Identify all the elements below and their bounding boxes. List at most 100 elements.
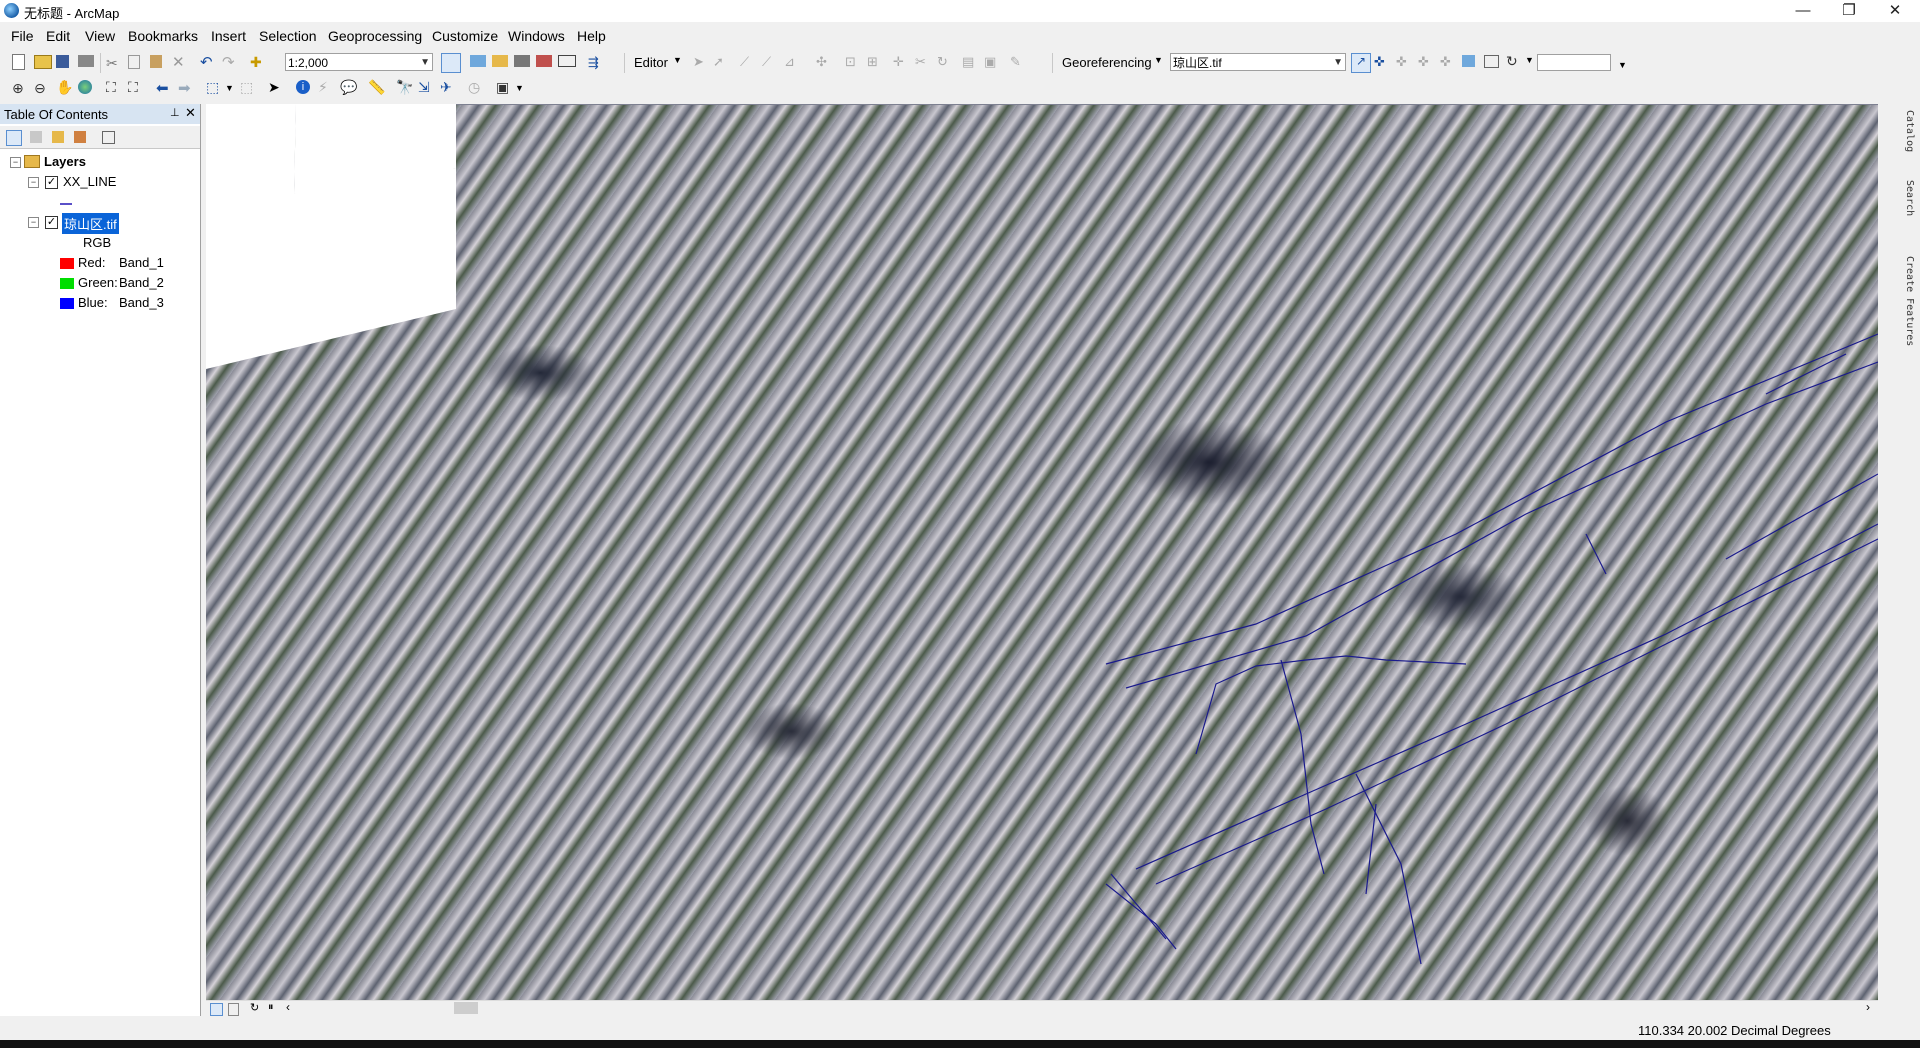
title-bar [0,0,1920,22]
search-side-tab[interactable]: Search [1904,180,1915,216]
menu-file[interactable]: File [11,28,34,44]
map-vertical-scrollbar[interactable] [1878,104,1898,1000]
map-scale-combo[interactable]: 1:2,000 ▼ [285,53,433,71]
open-folder-icon[interactable] [34,55,52,69]
full-extent-globe-icon[interactable] [78,80,92,94]
scroll-left-icon[interactable]: ‹ [286,1000,290,1014]
model-builder-icon[interactable]: ⇶ [588,55,604,71]
add-control-points-icon[interactable]: ✜ [1374,54,1390,70]
paste-icon[interactable] [150,55,162,68]
save-icon[interactable] [56,55,69,68]
xx-line-features [1105,333,1878,965]
auto-registration-icon: ✜ [1440,54,1451,69]
menu-geoprocessing[interactable]: Geoprocessing [328,28,422,44]
collapse-raster-icon[interactable]: − [28,217,39,228]
menu-bookmarks[interactable]: Bookmarks [128,28,198,44]
georef-layer-combo[interactable]: 琼山区.tif ▼ [1170,53,1346,71]
catalog-icon[interactable] [492,55,508,67]
create-viewer-window-icon[interactable]: ▣ [496,79,512,95]
zoom-out-icon[interactable]: ⊖ [34,80,50,96]
refresh-view-icon[interactable]: ↻ [250,1001,259,1014]
arctoolbox-icon[interactable] [536,55,552,67]
pause-drawing-icon[interactable]: ⏸ [268,1001,274,1014]
close-button[interactable]: ✕ [1872,0,1918,22]
python-window-icon[interactable] [558,55,576,67]
list-by-selection-icon[interactable] [74,131,86,143]
refresh-icon[interactable]: ↻ [1506,53,1522,69]
go-to-xy-icon[interactable]: ✈ [440,79,456,95]
identify-icon[interactable]: i [296,80,310,94]
layout-view-button[interactable] [228,1003,239,1016]
menu-help[interactable]: Help [577,28,606,44]
editor-toolbar-toggle-icon[interactable] [441,53,461,73]
pan-hand-icon[interactable]: ✋ [56,79,73,95]
collapse-xx-line-icon[interactable]: − [28,177,39,188]
chevron-down-icon[interactable]: ▼ [1525,55,1534,65]
list-by-drawing-order-icon[interactable] [6,130,22,146]
view-link-table-icon[interactable] [1462,55,1475,67]
rotate-icon: ↻ [937,54,948,69]
create-features-side-tab[interactable]: Create Features [1904,256,1915,346]
forward-arrow-icon[interactable]: ➡ [178,79,194,97]
clear-selection-icon[interactable]: ⬚ [240,79,256,95]
menu-insert[interactable]: Insert [211,28,246,44]
table-of-contents-icon[interactable] [470,55,486,67]
split-icon: ✂ [915,54,926,69]
horizontal-scroll-thumb[interactable] [454,1002,478,1014]
georef-input-field[interactable] [1537,54,1611,71]
new-document-icon[interactable] [12,54,25,70]
cut-icon[interactable]: ✂ [106,55,122,71]
layer-xx-line-label[interactable]: XX_LINE [63,174,116,189]
toc-close-button[interactable]: ✕ [185,105,196,121]
measure-icon[interactable]: 📏 [368,79,385,95]
search-window-icon[interactable] [514,55,530,67]
find-route-icon[interactable]: ⇲ [418,79,434,95]
list-by-source-icon[interactable] [30,131,42,143]
menu-selection[interactable]: Selection [259,28,317,44]
pin-icon[interactable]: ⊥ [170,106,180,119]
restore-button[interactable]: ❐ [1826,0,1872,22]
fixed-zoom-in-icon[interactable]: ⛶ [106,79,122,95]
html-popup-icon[interactable]: 💬 [340,79,357,95]
georeferencing-menu-label[interactable]: Georeferencing [1062,55,1152,70]
zoom-in-icon[interactable]: ⊕ [12,80,28,96]
print-icon[interactable] [78,55,94,67]
layer-raster-label[interactable]: 琼山区.tif [62,213,119,234]
minimize-button[interactable]: — [1780,0,1826,22]
redo-icon[interactable]: ↷ [222,53,238,71]
raster-visibility-checkbox[interactable]: ✓ [45,216,58,229]
add-data-icon[interactable]: ✚ [250,54,266,70]
menu-edit[interactable]: Edit [46,28,70,44]
xx-line-visibility-checkbox[interactable]: ✓ [45,176,58,189]
select-features-icon[interactable]: ⬚ [206,79,222,95]
find-binoculars-icon[interactable]: 🔭 [396,79,413,95]
viewer-icon[interactable] [1484,55,1499,68]
select-elements-arrow-icon[interactable]: ➤ [268,79,284,95]
list-by-visibility-icon[interactable] [52,131,64,143]
arcmap-logo-icon [4,3,19,18]
menu-view[interactable]: View [85,28,115,44]
scroll-right-icon[interactable]: › [1866,1000,1870,1014]
chevron-down-icon[interactable]: ▼ [515,83,524,93]
toc-options-icon[interactable] [102,131,115,144]
chevron-down-icon[interactable]: ▼ [1154,55,1163,65]
undo-icon[interactable]: ↶ [200,53,216,71]
fixed-zoom-out-icon[interactable]: ⛶ [128,79,144,95]
copy-icon[interactable] [128,55,140,69]
editor-menu-label[interactable]: Editor [634,55,668,70]
toolbar-options-icon[interactable]: ▼ [1618,60,1627,70]
map-display[interactable] [206,104,1878,1000]
collapse-layers-icon[interactable]: − [10,157,21,168]
delete-icon[interactable]: ✕ [172,53,188,71]
layers-root-label[interactable]: Layers [44,154,86,169]
data-view-button[interactable] [210,1003,223,1016]
catalog-side-tab[interactable]: Catalog [1904,110,1915,152]
back-arrow-icon[interactable]: ⬅ [156,79,172,97]
rotate-georef-icon[interactable]: ↗ [1351,53,1371,73]
menu-customize[interactable]: Customize [432,28,498,44]
chevron-down-icon[interactable]: ▼ [673,55,682,65]
green-swatch [60,278,74,289]
chevron-down-icon[interactable]: ▼ [225,83,234,93]
menu-windows[interactable]: Windows [508,28,565,44]
straight-segment-icon: ⟋ [740,54,750,69]
